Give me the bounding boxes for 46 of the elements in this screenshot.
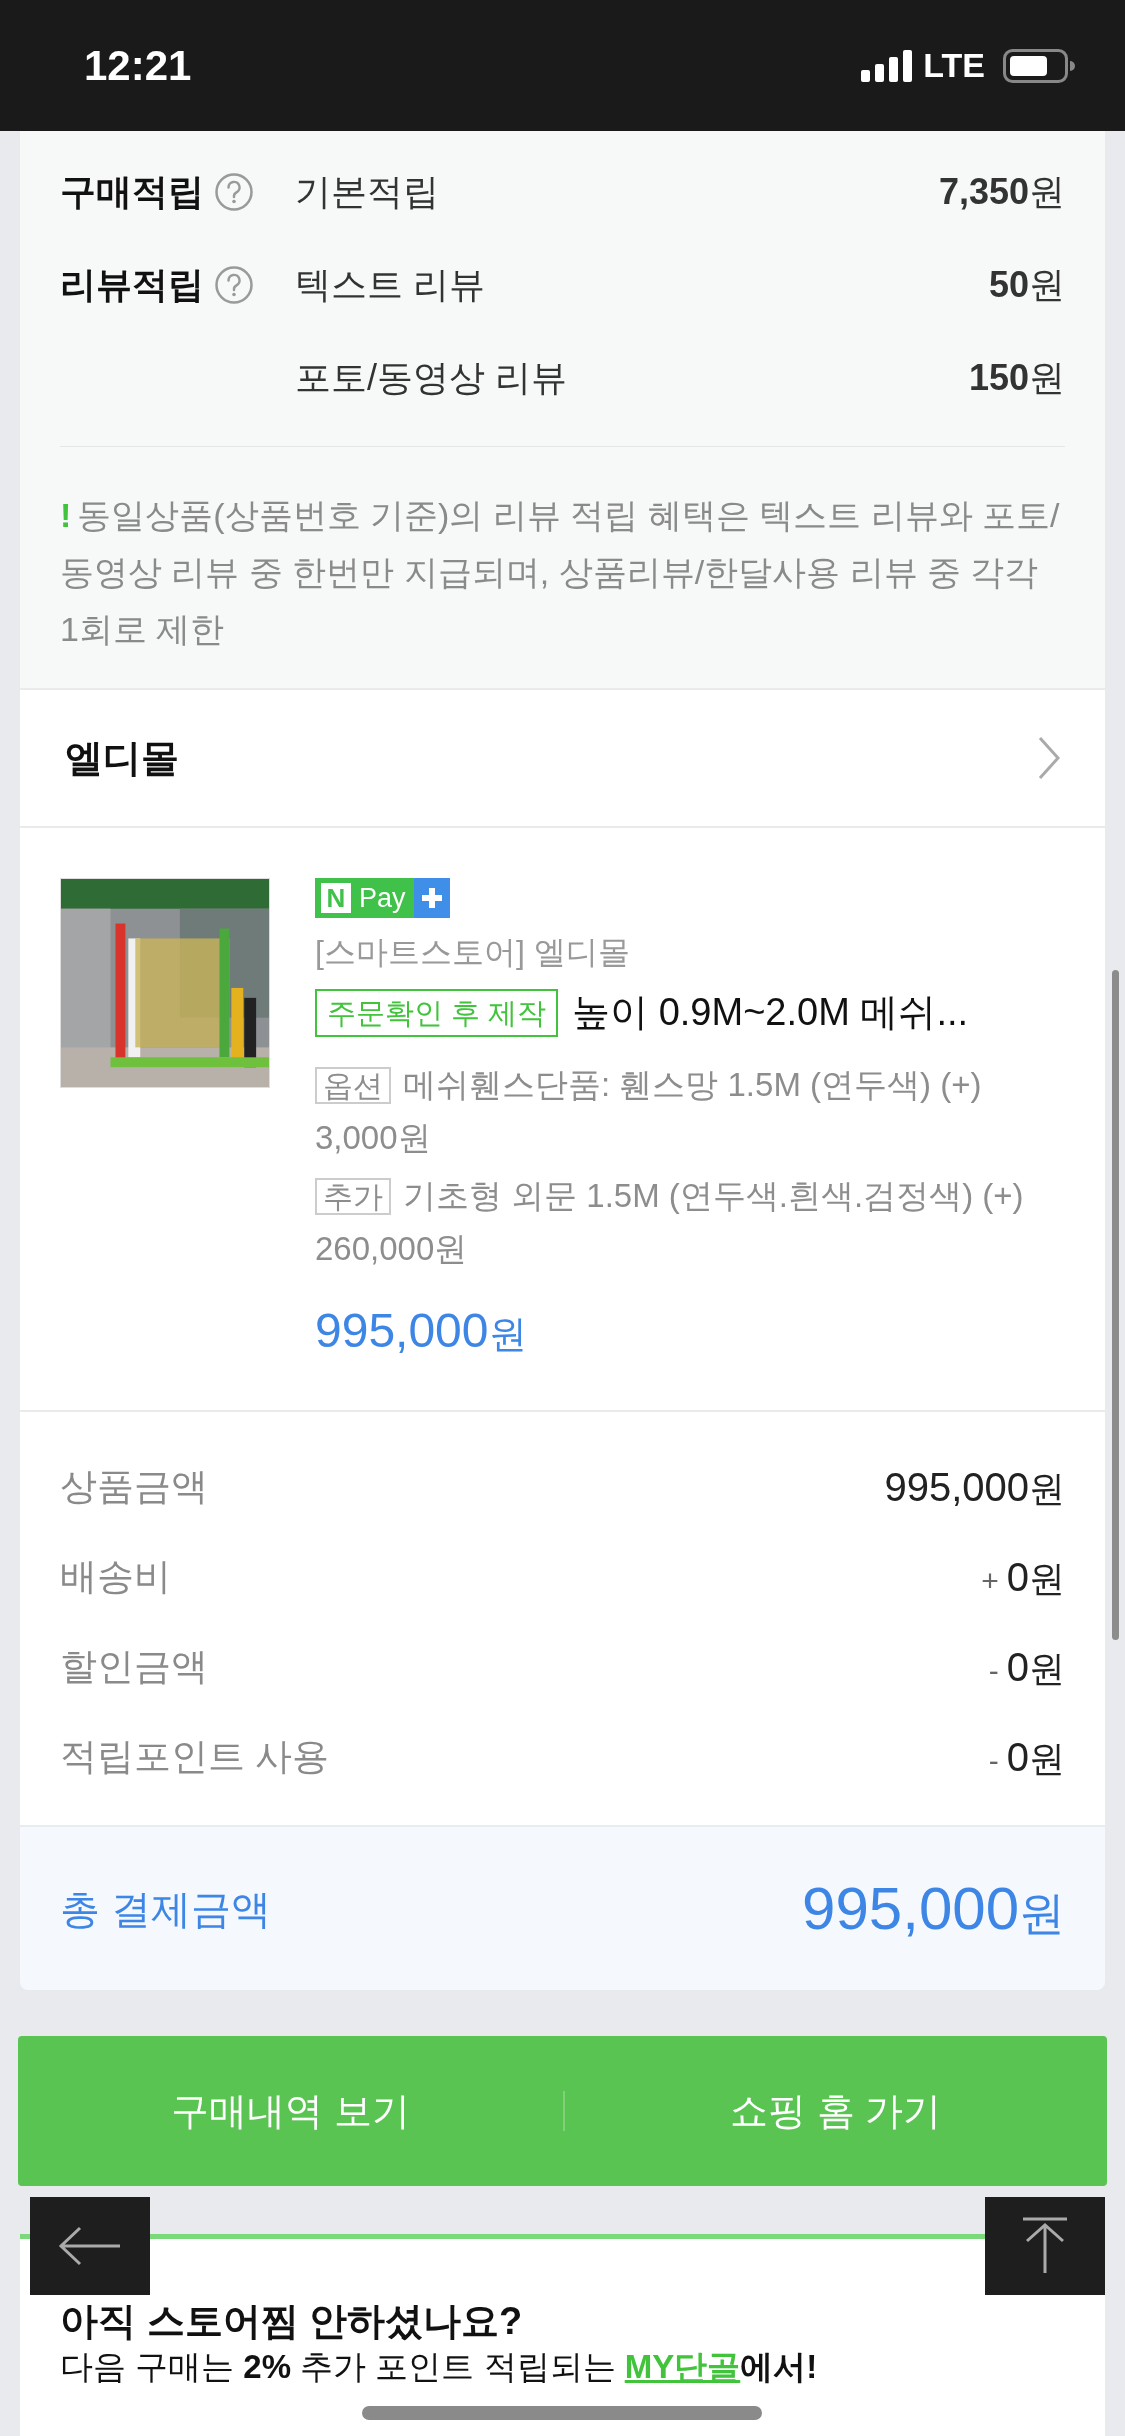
store-label: [스마트스토어] 엘디몰 <box>315 933 631 972</box>
battery-icon <box>1003 48 1075 83</box>
naver-n-logo: N <box>321 883 351 913</box>
banner-text: 다음 구매는 2% 추가 포인트 적립되는 MY단골에서! <box>60 2347 818 2387</box>
summary-label: 할인금액 <box>60 1645 208 1690</box>
reward-group-label: 리뷰적립 <box>60 262 204 307</box>
total-label: 총 결제금액 <box>60 1885 272 1933</box>
product-title: 높이 0.9M~2.0M 메쉬... <box>572 990 969 1035</box>
banner-title: 아직 스토어찜 안하셨나요? <box>60 2299 524 2343</box>
chevron-right-icon <box>1038 736 1060 780</box>
arrow-left-icon <box>58 2226 122 2266</box>
help-icon[interactable] <box>214 171 254 212</box>
network-label: LTE <box>923 45 985 86</box>
option-text: 옵션 메쉬휀스단품: 휀스망 1.5M (연두색) (+) 3,000원 <box>315 1065 983 1158</box>
store-name: 엘디몰 <box>65 735 179 781</box>
store-header[interactable]: 엘디몰 <box>20 688 1105 826</box>
made-to-order-tag: 주문확인 후 제작 <box>315 988 559 1037</box>
reward-amount: 50원 <box>988 262 1065 307</box>
action-button[interactable]: 쇼핑 홈 가기 <box>564 2036 1107 2186</box>
back-button[interactable] <box>30 2197 150 2295</box>
help-icon[interactable] <box>214 264 254 305</box>
reward-name: 포토/동영상 리뷰 <box>295 355 567 400</box>
summary-amount: - 0원 <box>988 1734 1065 1781</box>
summary-amount: - 0원 <box>988 1644 1065 1691</box>
arrow-to-top-icon <box>1021 2217 1069 2275</box>
plus-icon <box>413 878 450 918</box>
review-notice: ! 동일상품(상품번호 기준)의 리뷰 적립 혜택은 텍스트 리뷰와 포토/동영상 리뷰 중 한번만 지급되며, 상품리뷰/한달사용 리뷰 중 각각 1회로 제한 <box>60 495 1061 650</box>
option-text: 추가 기초형 외문 1.5M (연두색.흰색.검정색) (+) 260,000원 <box>315 1176 1025 1269</box>
summary-label: 상품금액 <box>60 1465 208 1510</box>
summary-amount: + 0원 <box>981 1554 1065 1601</box>
reward-amount: 150원 <box>968 355 1065 400</box>
product-price: 995,000원 <box>315 1303 528 1359</box>
action-button[interactable]: 구매내역 보기 <box>18 2036 563 2186</box>
summary-label: 배송비 <box>60 1555 171 1600</box>
status-time: 12:21 <box>84 41 192 91</box>
reward-name: 텍스트 리뷰 <box>295 262 485 307</box>
summary-label: 적립포인트 사용 <box>60 1735 330 1780</box>
reward-name: 기본적립 <box>295 169 439 214</box>
scroll-top-button[interactable] <box>985 2197 1105 2295</box>
pay-label: Pay <box>359 881 406 915</box>
reward-amount: 7,350원 <box>938 169 1065 214</box>
summary-amount: 995,000원 <box>884 1464 1065 1511</box>
signal-icon <box>861 49 914 82</box>
reward-group-label: 구매적립 <box>60 169 204 214</box>
total-amount: 995,000원 <box>802 1873 1065 1944</box>
my-dangol-link[interactable]: MY단골 <box>624 2348 741 2385</box>
